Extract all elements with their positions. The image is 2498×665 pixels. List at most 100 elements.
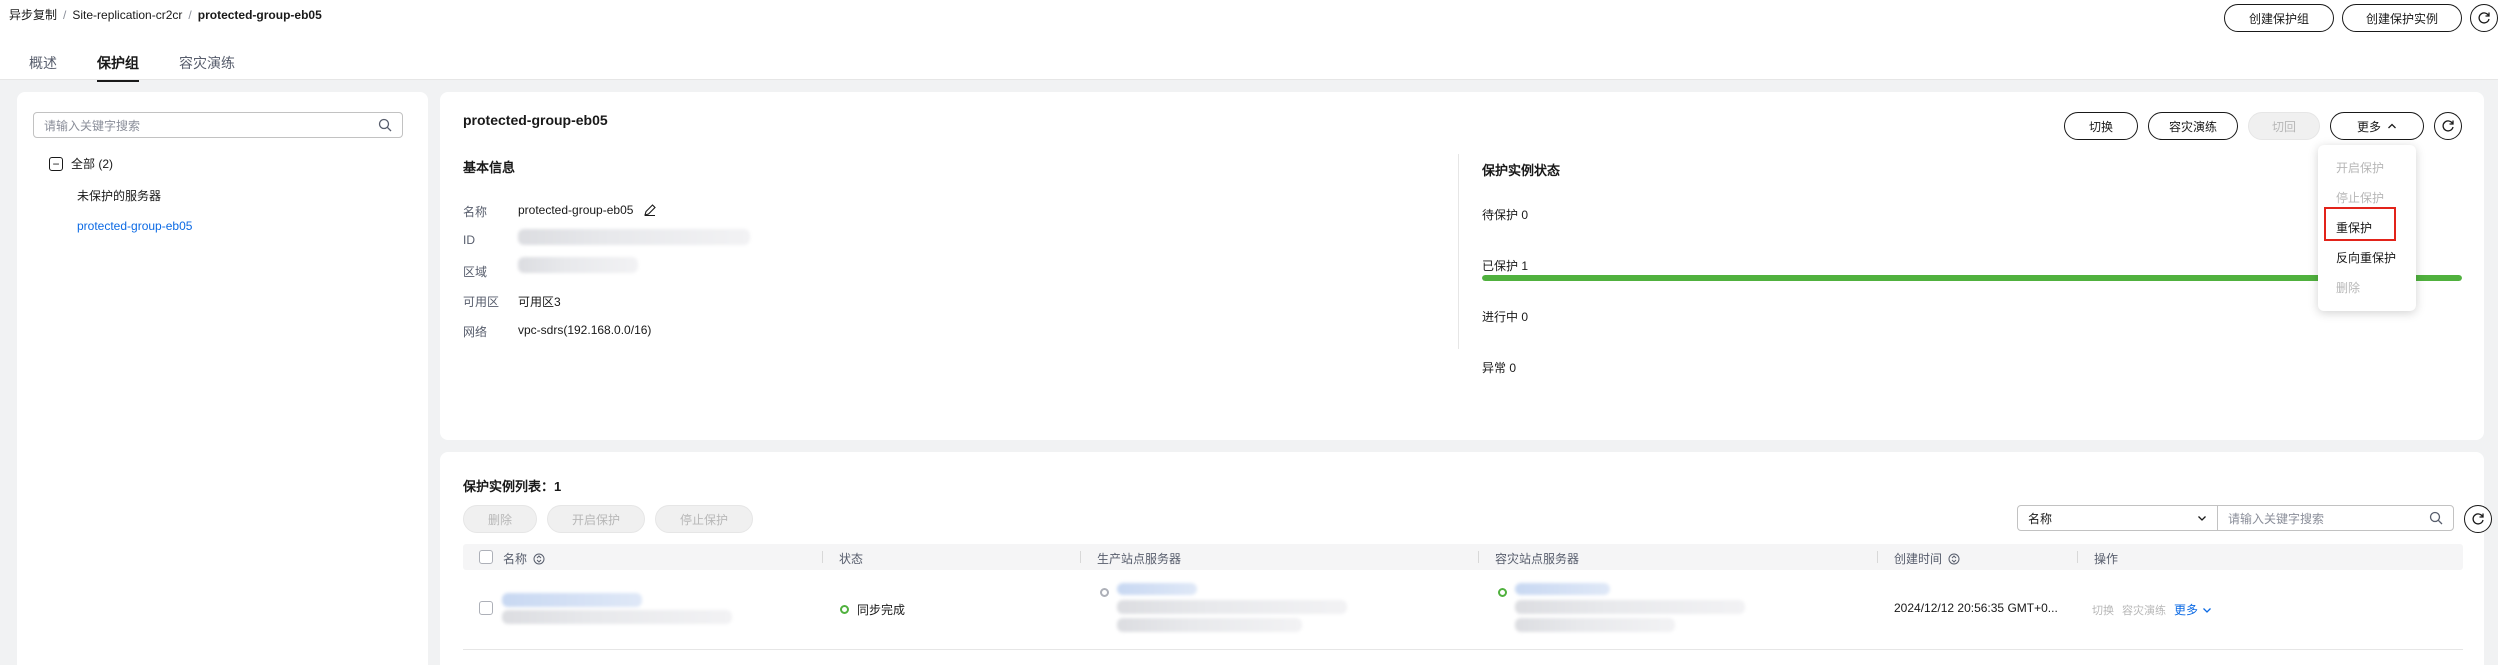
group-refresh-button[interactable] — [2434, 112, 2462, 140]
instance-filter: 名称 请输入关键字搜索 — [2017, 505, 2454, 531]
column-created-time[interactable]: 创建时间 — [1894, 550, 1960, 567]
group-actions: 切换 容灾演练 切回 更多 — [2064, 112, 2462, 140]
breadcrumb-item-site[interactable]: Site-replication-cr2cr — [72, 8, 182, 22]
network-label: 网络 — [463, 325, 488, 339]
status-abnormal: 异常 0 — [1482, 361, 1517, 375]
chevron-up-icon — [2388, 123, 2396, 129]
filter-field-value: 名称 — [2028, 511, 2053, 526]
create-protection-instance-button[interactable]: 创建保护实例 — [2342, 4, 2462, 32]
chevron-down-icon — [2203, 607, 2211, 613]
tab-dr-drill[interactable]: 容灾演练 — [179, 53, 235, 73]
create-protection-group-button[interactable]: 创建保护组 — [2224, 4, 2334, 32]
column-separator — [1080, 551, 1081, 563]
tree-node-all-label: 全部 (2) — [71, 157, 114, 171]
breadcrumb-item-async-replication[interactable]: 异步复制 — [9, 6, 57, 23]
dr-server-info-redacted — [1515, 600, 1745, 614]
instance-id-redacted — [502, 610, 732, 624]
breadcrumb-separator: / — [188, 7, 192, 22]
failback-button[interactable]: 切回 — [2248, 112, 2320, 140]
search-icon — [378, 118, 392, 132]
protected-progress-fill — [1482, 275, 2462, 281]
header-actions: 创建保护组 创建保护实例 — [2224, 4, 2498, 32]
breadcrumb: 异步复制 / Site-replication-cr2cr / protecte… — [9, 6, 322, 23]
production-server-info-redacted — [1117, 600, 1347, 614]
tree-search-placeholder: 请输入关键字搜索 — [44, 118, 141, 133]
breadcrumb-separator: / — [63, 7, 67, 22]
sort-icon[interactable] — [1948, 553, 1960, 565]
id-label: ID — [463, 233, 475, 247]
group-title: protected-group-eb05 — [463, 112, 608, 128]
tree-node-all[interactable]: − 全部 (2) — [49, 155, 113, 172]
network-link[interactable]: vpc-sdrs(192.168.0.0/16) — [518, 323, 651, 337]
filter-keyword-input[interactable]: 请输入关键字搜索 — [2218, 506, 2453, 530]
column-name[interactable]: 名称 — [503, 550, 545, 567]
row-checkbox[interactable] — [479, 601, 493, 615]
column-separator — [2077, 551, 2078, 563]
group-name-text: protected-group-eb05 — [518, 203, 634, 217]
more-label: 更多 — [2356, 119, 2381, 134]
tree-node-group-label: protected-group-eb05 — [77, 219, 193, 233]
header-select-all[interactable] — [479, 550, 493, 564]
region-value-redacted — [518, 257, 638, 273]
protection-group-detail-card: protected-group-eb05 切换 容灾演练 切回 更多 基本信息 … — [440, 92, 2484, 440]
reprotect-highlight-box — [2324, 207, 2396, 241]
production-server-name-redacted[interactable] — [1117, 583, 1197, 595]
row-more-link[interactable]: 更多 — [2174, 601, 2212, 618]
status-pending: 待保护 0 — [1482, 208, 1529, 222]
collapse-icon[interactable]: − — [49, 156, 63, 171]
delete-instance-button[interactable]: 删除 — [463, 505, 537, 533]
status-in-progress: 进行中 0 — [1482, 310, 1529, 324]
filter-field-select[interactable]: 名称 — [2018, 506, 2218, 530]
refresh-icon — [2472, 513, 2484, 525]
menu-item-delete[interactable]: 删除 — [2336, 279, 2360, 296]
dr-server-ip-redacted — [1515, 618, 1675, 632]
refresh-icon — [2442, 120, 2454, 132]
dr-drill-button[interactable]: 容灾演练 — [2148, 112, 2238, 140]
tree-node-group[interactable]: protected-group-eb05 — [77, 219, 192, 233]
section-divider — [1458, 154, 1459, 349]
protection-group-tree-panel: 请输入关键字搜索 − 全部 (2) 未保护的服务器 protected-grou… — [17, 92, 428, 665]
more-button[interactable]: 更多 — [2330, 112, 2424, 140]
column-status: 状态 — [839, 552, 864, 566]
dr-server-name-redacted[interactable] — [1515, 583, 1610, 595]
name-value: protected-group-eb05 — [518, 203, 657, 217]
instance-name-redacted[interactable] — [502, 593, 642, 607]
menu-item-start-protection[interactable]: 开启保护 — [2336, 159, 2384, 176]
column-separator — [1478, 551, 1479, 563]
select-all-checkbox[interactable] — [479, 550, 493, 564]
breadcrumb-item-current: protected-group-eb05 — [197, 7, 322, 22]
az-label: 可用区 — [463, 295, 500, 309]
row-drill-link[interactable]: 容灾演练 — [2122, 602, 2166, 618]
menu-item-stop-protection[interactable]: 停止保护 — [2336, 189, 2384, 206]
chevron-down-icon — [2198, 516, 2206, 521]
menu-item-reverse-reprotect[interactable]: 反向重保护 — [2336, 249, 2396, 266]
tab-protection-group[interactable]: 保护组 — [97, 53, 139, 82]
stop-protection-button[interactable]: 停止保护 — [655, 505, 753, 533]
instance-status-text: 同步完成 — [857, 603, 906, 617]
row-switch-link[interactable]: 切换 — [2092, 602, 2114, 618]
column-operations: 操作 — [2094, 552, 2119, 566]
protected-progress-bar — [1482, 275, 2462, 281]
switch-button[interactable]: 切换 — [2064, 112, 2138, 140]
column-dr-server: 容灾站点服务器 — [1495, 552, 1580, 566]
status-protected: 已保护 1 — [1482, 259, 1529, 273]
refresh-icon — [2478, 12, 2490, 24]
tree-search-input[interactable]: 请输入关键字搜索 — [33, 112, 403, 138]
protection-instance-list-card: 保护实例列表：1 删除 开启保护 停止保护 名称 请输入关键字搜索 名称 状态 … — [440, 452, 2492, 665]
production-server-ip-redacted — [1117, 618, 1302, 632]
sort-icon[interactable] — [533, 553, 545, 565]
row-divider — [463, 649, 2463, 650]
edit-icon[interactable] — [643, 203, 657, 217]
search-icon — [2429, 511, 2443, 525]
instance-status-title: 保护实例状态 — [1482, 163, 1561, 178]
basic-info-title: 基本信息 — [463, 160, 516, 175]
column-separator — [1877, 551, 1878, 563]
start-protection-button[interactable]: 开启保护 — [547, 505, 645, 533]
instance-list-title: 保护实例列表：1 — [463, 479, 562, 494]
tab-overview[interactable]: 概述 — [29, 53, 57, 73]
list-refresh-button[interactable] — [2464, 505, 2492, 533]
status-success-icon — [840, 605, 849, 614]
refresh-button[interactable] — [2470, 4, 2498, 32]
row-select-checkbox[interactable] — [479, 601, 493, 615]
tree-node-unprotected[interactable]: 未保护的服务器 — [77, 187, 161, 204]
